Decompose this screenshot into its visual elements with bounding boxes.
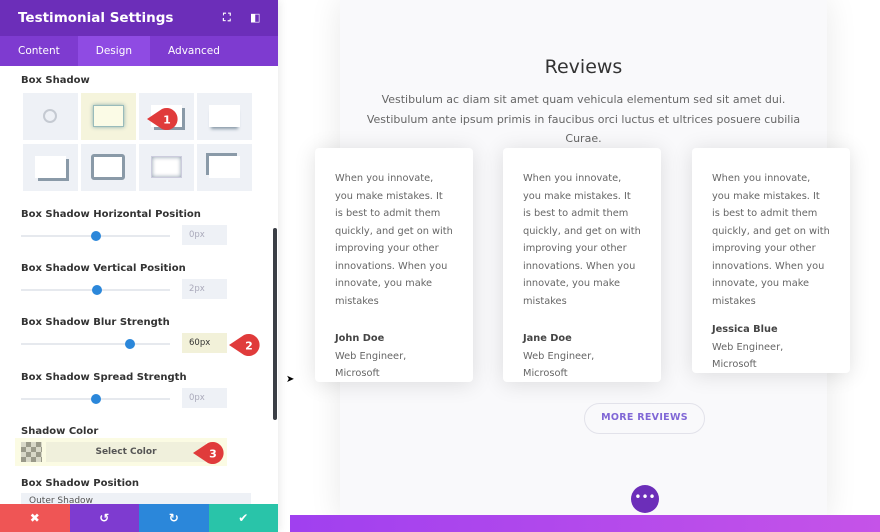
testimonial-name: Jessica Blue	[712, 324, 778, 335]
panel-footer: ✖ ↺ ↻ ✔	[0, 504, 278, 532]
testimonial-quote: When you innovate, you make mistakes. It…	[523, 173, 641, 307]
testimonial-card: When you innovate, you make mistakes. It…	[315, 148, 473, 382]
preset-preview	[35, 156, 66, 178]
testimonial-role: Web Engineer, Microsoft	[712, 341, 784, 371]
preset-4[interactable]	[23, 144, 78, 191]
testimonial-name: Jane Doe	[523, 333, 572, 344]
tab-design[interactable]: Design	[77, 36, 151, 66]
preset-preview	[91, 154, 125, 180]
slider[interactable]	[21, 231, 170, 241]
testimonial-name: John Doe	[335, 333, 385, 344]
annotation-marker: 3	[193, 442, 224, 464]
testimonial-card: When you innovate, you make mistakes. It…	[692, 148, 850, 373]
shadow-color-label: Shadow Color	[21, 426, 99, 437]
tab-advanced[interactable]: Advanced	[150, 36, 238, 66]
section-subtitle: Vestibulum ac diam sit amet quam vehicul…	[366, 93, 801, 145]
slider-thumb[interactable]	[90, 394, 101, 404]
annotation-number: 3	[209, 448, 217, 461]
slider[interactable]	[21, 339, 170, 349]
value-input[interactable]: 0px	[182, 225, 227, 245]
preset-preview	[209, 105, 240, 127]
redo-button[interactable]: ↻	[139, 504, 209, 532]
annotation-number: 1	[163, 114, 171, 127]
annotation-marker: 2	[229, 334, 260, 356]
testimonial-card: When you innovate, you make mistakes. It…	[503, 148, 661, 382]
preset-7[interactable]	[197, 144, 252, 191]
sidebar-toggle-icon[interactable]: ◧	[250, 11, 260, 24]
preset-1[interactable]	[81, 93, 136, 140]
select-color-button[interactable]: Select Color	[46, 442, 206, 462]
annotation-marker: 1	[147, 108, 178, 130]
cancel-button[interactable]: ✖	[0, 504, 70, 532]
testimonial-quote: When you innovate, you make mistakes. It…	[712, 173, 830, 307]
panel-header: Testimonial Settings ⛶ ◧	[0, 0, 278, 36]
box-shadow-presets	[23, 93, 252, 191]
save-button[interactable]: ✔	[208, 504, 278, 532]
field-label: Box Shadow Horizontal Position	[21, 209, 201, 220]
preset-preview	[151, 156, 182, 178]
slider[interactable]	[21, 394, 170, 404]
panel-title: Testimonial Settings	[18, 10, 174, 26]
more-options-button[interactable]: •••	[631, 485, 659, 513]
preset-preview	[209, 156, 240, 178]
testimonial-quote: When you innovate, you make mistakes. It…	[335, 173, 453, 307]
page-preview: Reviews Vestibulum ac diam sit amet quam…	[278, 0, 880, 532]
tab-content[interactable]: Content	[0, 36, 78, 66]
slider-thumb[interactable]	[90, 231, 101, 241]
field-label: Box Shadow Vertical Position	[21, 263, 186, 274]
preset-none[interactable]	[23, 93, 78, 140]
preset-6[interactable]	[139, 144, 194, 191]
section-title: Reviews	[544, 56, 623, 78]
panel-tabs: Content Design Advanced	[0, 36, 278, 66]
value-input[interactable]: 60px	[182, 333, 227, 353]
none-icon	[43, 109, 57, 123]
shadow-position-label: Box Shadow Position	[21, 478, 140, 489]
slider[interactable]	[21, 285, 170, 295]
color-swatch[interactable]	[21, 442, 42, 462]
settings-panel: Testimonial Settings ⛶ ◧ Content Design …	[0, 0, 278, 532]
panel-scrollbar[interactable]	[273, 228, 277, 420]
box-shadow-label: Box Shadow	[21, 75, 90, 86]
field-label: Box Shadow Spread Strength	[21, 372, 187, 383]
testimonial-role: Web Engineer, Microsoft	[523, 350, 595, 380]
preset-5[interactable]	[81, 144, 136, 191]
preset-3[interactable]	[197, 93, 252, 140]
slider-thumb[interactable]	[91, 285, 102, 295]
field-label: Box Shadow Blur Strength	[21, 317, 170, 328]
value-input[interactable]: 0px	[182, 388, 227, 408]
next-section-bar	[290, 515, 880, 532]
annotation-number: 2	[245, 340, 253, 353]
undo-button[interactable]: ↺	[69, 504, 139, 532]
slider-thumb[interactable]	[124, 339, 135, 349]
mouse-cursor-icon: ➤	[286, 374, 295, 385]
more-reviews-button[interactable]: MORE REVIEWS	[584, 403, 705, 434]
expand-icon[interactable]: ⛶	[223, 11, 231, 25]
preset-preview	[93, 105, 124, 127]
testimonial-role: Web Engineer, Microsoft	[335, 350, 407, 380]
value-input[interactable]: 2px	[182, 279, 227, 299]
